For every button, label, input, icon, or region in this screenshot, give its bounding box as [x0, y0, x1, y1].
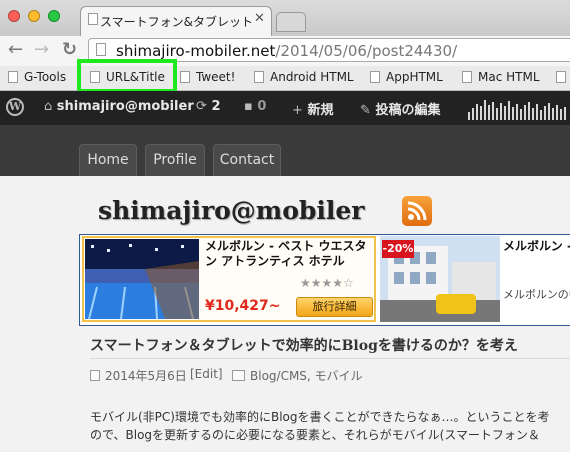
bookmark-label: Mac HTML	[478, 70, 540, 84]
close-window-button[interactable]	[8, 10, 20, 22]
post-title[interactable]: スマートフォン＆タブレットで効率的にBlogを書けるのか？を考え	[90, 335, 518, 355]
page-icon	[556, 71, 566, 83]
url-host: shimajiro-mobiler.net	[116, 42, 276, 60]
post-body: モバイル(非PC)環境でも効率的にBlogを書くことができたらなぁ…。ということ…	[90, 408, 570, 444]
plus-icon: +	[292, 103, 303, 118]
admin-site-link[interactable]: ⌂ shimajiro@mobiler	[44, 99, 194, 114]
post-body-line: ので、Blogを更新するのに必要になる要素と、それらがモバイル(スマートフォン＆	[90, 428, 540, 442]
bookmark-apphtml[interactable]: AppHTML	[370, 70, 443, 86]
page-icon	[8, 71, 18, 83]
hotel-pool-image[interactable]	[85, 239, 199, 319]
admin-updates[interactable]: ⟳ 2	[196, 99, 220, 114]
comment-icon: ▪	[244, 99, 253, 114]
ad2-hotel-name[interactable]: メルボルン - テル メルボル	[503, 239, 570, 254]
post-categories-text: Blog/CMS, モバイル	[250, 369, 363, 383]
ad1-hotel-name[interactable]: メルボルン - ベスト ウエスタン アトランティス ホテル	[205, 239, 373, 269]
bookmark-overflow[interactable]	[556, 70, 570, 86]
home-icon: ⌂	[44, 99, 53, 114]
rss-feed-icon[interactable]	[402, 196, 432, 226]
nav-contact[interactable]: Contact	[213, 144, 281, 176]
discount-badge: -20%	[382, 240, 414, 258]
ad2-description: メルボルンの中 エコフレンドリ	[503, 288, 570, 301]
folder-icon	[232, 370, 245, 381]
new-tab-button[interactable]	[276, 12, 306, 32]
forward-icon[interactable]: →	[34, 41, 49, 59]
bookmark-g-tools[interactable]: G-Tools	[8, 70, 66, 86]
bookmark-label: Tweet!	[196, 70, 236, 84]
url-path: /2014/05/06/post24430/	[275, 42, 458, 60]
post-date: 2014年5月6日	[90, 367, 187, 384]
tab-close-icon[interactable]: ✕	[254, 11, 265, 26]
page-icon	[370, 71, 380, 83]
bookmark-label: G-Tools	[24, 70, 67, 84]
bookmark-tweet[interactable]: Tweet!	[180, 70, 235, 86]
rating-stars-icon: ★★★★☆	[300, 276, 354, 290]
site-title[interactable]: shimajiro@mobiler	[98, 196, 364, 225]
wordpress-logo-icon[interactable]: W	[6, 98, 24, 116]
post-edit-link[interactable]: [Edit]	[190, 367, 223, 381]
page-icon	[462, 71, 472, 83]
page-icon	[88, 13, 98, 25]
admin-site-name: shimajiro@mobiler	[56, 99, 194, 114]
zoom-window-button[interactable]	[48, 10, 60, 22]
post-date-text: 2014年5月6日	[105, 369, 187, 383]
edit-label: 投稿の編集	[375, 103, 441, 118]
bookmark-android-html[interactable]: Android HTML	[254, 70, 354, 86]
url-text[interactable]: shimajiro-mobiler.net/2014/05/06/post244…	[116, 42, 457, 60]
post-body-line: モバイル(非PC)環境でも効率的にBlogを書くことができたらなぁ…。ということ…	[90, 410, 550, 424]
page-icon	[96, 43, 106, 56]
pencil-icon: ✎	[360, 103, 371, 118]
bookmark-label: AppHTML	[386, 70, 443, 84]
admin-new[interactable]: + 新規	[292, 99, 333, 118]
minimize-window-button[interactable]	[28, 10, 40, 22]
post-categories[interactable]: Blog/CMS, モバイル	[232, 367, 363, 384]
page-icon	[180, 71, 190, 83]
nav-profile[interactable]: Profile	[145, 144, 205, 176]
ad1-price: ¥10,427~	[205, 298, 281, 314]
tab-title: スマートフォン&タブレット	[100, 15, 253, 29]
comments-count: 0	[257, 99, 267, 114]
new-label: 新規	[307, 103, 334, 118]
admin-edit-post[interactable]: ✎ 投稿の編集	[360, 99, 440, 118]
back-icon[interactable]: ←	[8, 41, 23, 59]
reload-icon[interactable]: ↻	[62, 41, 77, 59]
highlight-box	[77, 59, 177, 93]
nav-home[interactable]: Home	[79, 144, 137, 176]
page-icon	[254, 71, 264, 83]
stats-sparkline-icon[interactable]	[466, 96, 570, 122]
admin-comments[interactable]: ▪ 0	[244, 99, 266, 114]
calendar-icon	[90, 370, 100, 381]
divider	[90, 358, 570, 359]
ad1-details-button[interactable]: 旅行詳細	[296, 297, 373, 317]
bookmark-mac-html[interactable]: Mac HTML	[462, 70, 540, 86]
updates-count: 2	[211, 99, 221, 114]
bookmark-label: Android HTML	[270, 70, 354, 84]
refresh-icon: ⟳	[196, 99, 207, 114]
